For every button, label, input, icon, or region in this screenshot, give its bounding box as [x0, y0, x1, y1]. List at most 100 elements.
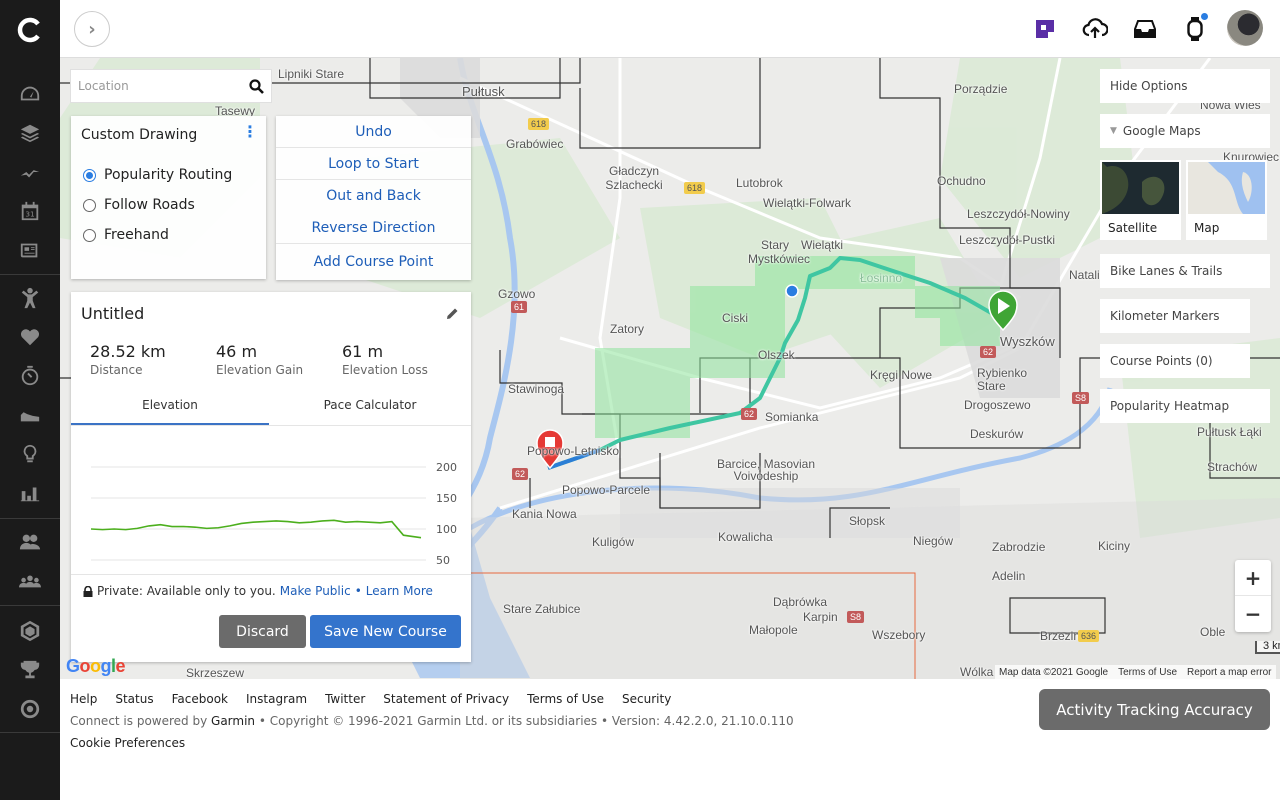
avatar[interactable] [1227, 10, 1263, 46]
map-type-satellite[interactable]: Satellite [1100, 160, 1181, 240]
place-label: Strachów [1207, 460, 1258, 474]
bike-lanes-toggle[interactable]: Bike Lanes & Trails [1100, 254, 1270, 288]
reverse-direction-button[interactable]: Reverse Direction [276, 212, 471, 244]
layers-icon[interactable] [18, 121, 42, 145]
search-icon[interactable] [241, 78, 271, 94]
cloud-upload-icon[interactable] [1082, 16, 1108, 42]
stat-label: Elevation Gain [216, 363, 304, 377]
activity-pulse-icon[interactable] [18, 160, 42, 184]
place-label: Lutobrok [736, 176, 783, 190]
place-label: Kuligów [592, 535, 635, 549]
sidebar: 31 [0, 0, 60, 800]
calendar-icon[interactable]: 31 [18, 199, 42, 223]
report-map-error-link[interactable]: Report a map error [1187, 667, 1271, 678]
people-icon[interactable] [18, 530, 42, 554]
out-and-back-button[interactable]: Out and Back [276, 180, 471, 212]
footer-link-privacy[interactable]: Statement of Privacy [383, 692, 509, 706]
tab-pace-calculator[interactable]: Pace Calculator [271, 390, 469, 426]
speedometer-icon[interactable] [18, 82, 42, 106]
place-label: Dąbrówka [773, 595, 828, 609]
undo-button[interactable]: Undo [276, 116, 471, 148]
radio-unselected-icon [83, 198, 96, 212]
place-label: Grabówiec [506, 137, 564, 151]
map-type-map[interactable]: Map [1186, 160, 1267, 240]
loop-to-start-button[interactable]: Loop to Start [276, 148, 471, 180]
discard-button[interactable]: Discard [219, 615, 306, 648]
footer-link-help[interactable]: Help [70, 692, 97, 706]
map-terms-link[interactable]: Terms of Use [1118, 667, 1177, 678]
hexagon-icon[interactable] [18, 619, 42, 643]
footer-link-instagram[interactable]: Instagram [246, 692, 307, 706]
heart-icon[interactable] [18, 325, 42, 349]
inbox-icon[interactable] [1132, 16, 1158, 42]
activity-tracking-accuracy-button[interactable]: Activity Tracking Accuracy [1039, 689, 1270, 730]
make-public-link[interactable]: Make Public [280, 584, 351, 598]
tab-elevation[interactable]: Elevation [71, 390, 269, 426]
zoom-out-button[interactable]: − [1235, 596, 1271, 632]
lightbulb-icon[interactable] [18, 442, 42, 466]
garmin-link[interactable]: Garmin [211, 714, 255, 728]
person-icon[interactable] [18, 286, 42, 310]
kebab-menu-icon[interactable]: ⋮ [242, 124, 258, 140]
stat-value: 28.52 km [90, 342, 166, 361]
save-new-course-button[interactable]: Save New Course [310, 615, 461, 648]
road-badge: S8 [1072, 392, 1090, 404]
course-points-toggle[interactable]: Course Points (0) [1100, 344, 1250, 378]
radio-freehand[interactable]: Freehand [83, 227, 169, 243]
trophy-icon[interactable] [18, 658, 42, 682]
garmin-connect-logo[interactable] [15, 15, 45, 45]
place-label: Wielątki-Folwark [763, 196, 852, 210]
place-label: Skrzeszew [186, 666, 245, 679]
stat-label: Distance [90, 363, 143, 377]
zoom-in-button[interactable]: + [1235, 560, 1271, 596]
stopwatch-icon[interactable] [18, 364, 42, 388]
road-badge: 61 [511, 301, 528, 313]
shoe-icon[interactable] [18, 403, 42, 427]
drawing-title: Custom Drawing [81, 127, 198, 143]
road-badge: 62 [741, 408, 758, 420]
add-course-point-button[interactable]: Add Course Point [276, 246, 471, 278]
place-label: Niegów [913, 534, 954, 548]
expand-sidebar-button[interactable]: › [74, 11, 110, 47]
y-tick-label: 150 [436, 492, 457, 505]
footer-link-terms[interactable]: Terms of Use [527, 692, 604, 706]
place-label: Adelin [992, 569, 1026, 583]
road-badge: 618 [528, 118, 550, 130]
footer-link-facebook[interactable]: Facebook [172, 692, 228, 706]
kilometer-markers-toggle[interactable]: Kilometer Markers [1100, 299, 1250, 333]
learn-more-link[interactable]: Learn More [366, 584, 433, 598]
cookie-preferences-link[interactable]: Cookie Preferences [70, 736, 185, 750]
place-label: Małopole [749, 623, 798, 637]
place-label: Porządzie [954, 82, 1008, 96]
connect-iq-icon[interactable] [1032, 16, 1058, 42]
place-label: Ochudno [937, 174, 986, 188]
footer-link-status[interactable]: Status [115, 692, 153, 706]
radio-follow-roads[interactable]: Follow Roads [83, 197, 195, 213]
location-search [70, 69, 272, 103]
satellite-label: Satellite [1108, 221, 1158, 235]
place-label: Słopsk [849, 514, 886, 528]
privacy-notice: Private: Available only to you. Make Pub… [83, 584, 433, 598]
place-label: Rybienko Stare [977, 366, 1028, 393]
footer-links: Help Status Facebook Instagram Twitter S… [70, 692, 671, 706]
triangle-down-icon: ▼ [1110, 126, 1117, 136]
location-input[interactable] [71, 79, 241, 93]
pencil-icon[interactable] [446, 305, 459, 324]
place-label: Stary Mystkówiec [748, 238, 811, 266]
bar-chart-icon[interactable] [18, 481, 42, 505]
hide-options-button[interactable]: Hide Options [1100, 69, 1270, 103]
map-canvas[interactable]: Lipniki Stare Pułtusk Tasewy Grabówiec G… [60, 58, 1280, 679]
footer-link-twitter[interactable]: Twitter [325, 692, 365, 706]
road-badge: 62 [980, 346, 997, 358]
map-provider-dropdown[interactable]: ▼ Google Maps [1100, 114, 1270, 148]
radio-popularity-routing[interactable]: Popularity Routing [83, 167, 232, 183]
google-logo[interactable]: Google [66, 656, 126, 677]
group-icon[interactable] [18, 569, 42, 593]
y-tick-label: 50 [436, 554, 450, 567]
popularity-heatmap-toggle[interactable]: Popularity Heatmap [1100, 389, 1270, 423]
route-midpoint[interactable] [785, 284, 799, 298]
news-icon[interactable] [18, 238, 42, 262]
footer-link-security[interactable]: Security [622, 692, 671, 706]
target-icon[interactable] [18, 697, 42, 721]
road-badge: 618 [684, 182, 706, 194]
